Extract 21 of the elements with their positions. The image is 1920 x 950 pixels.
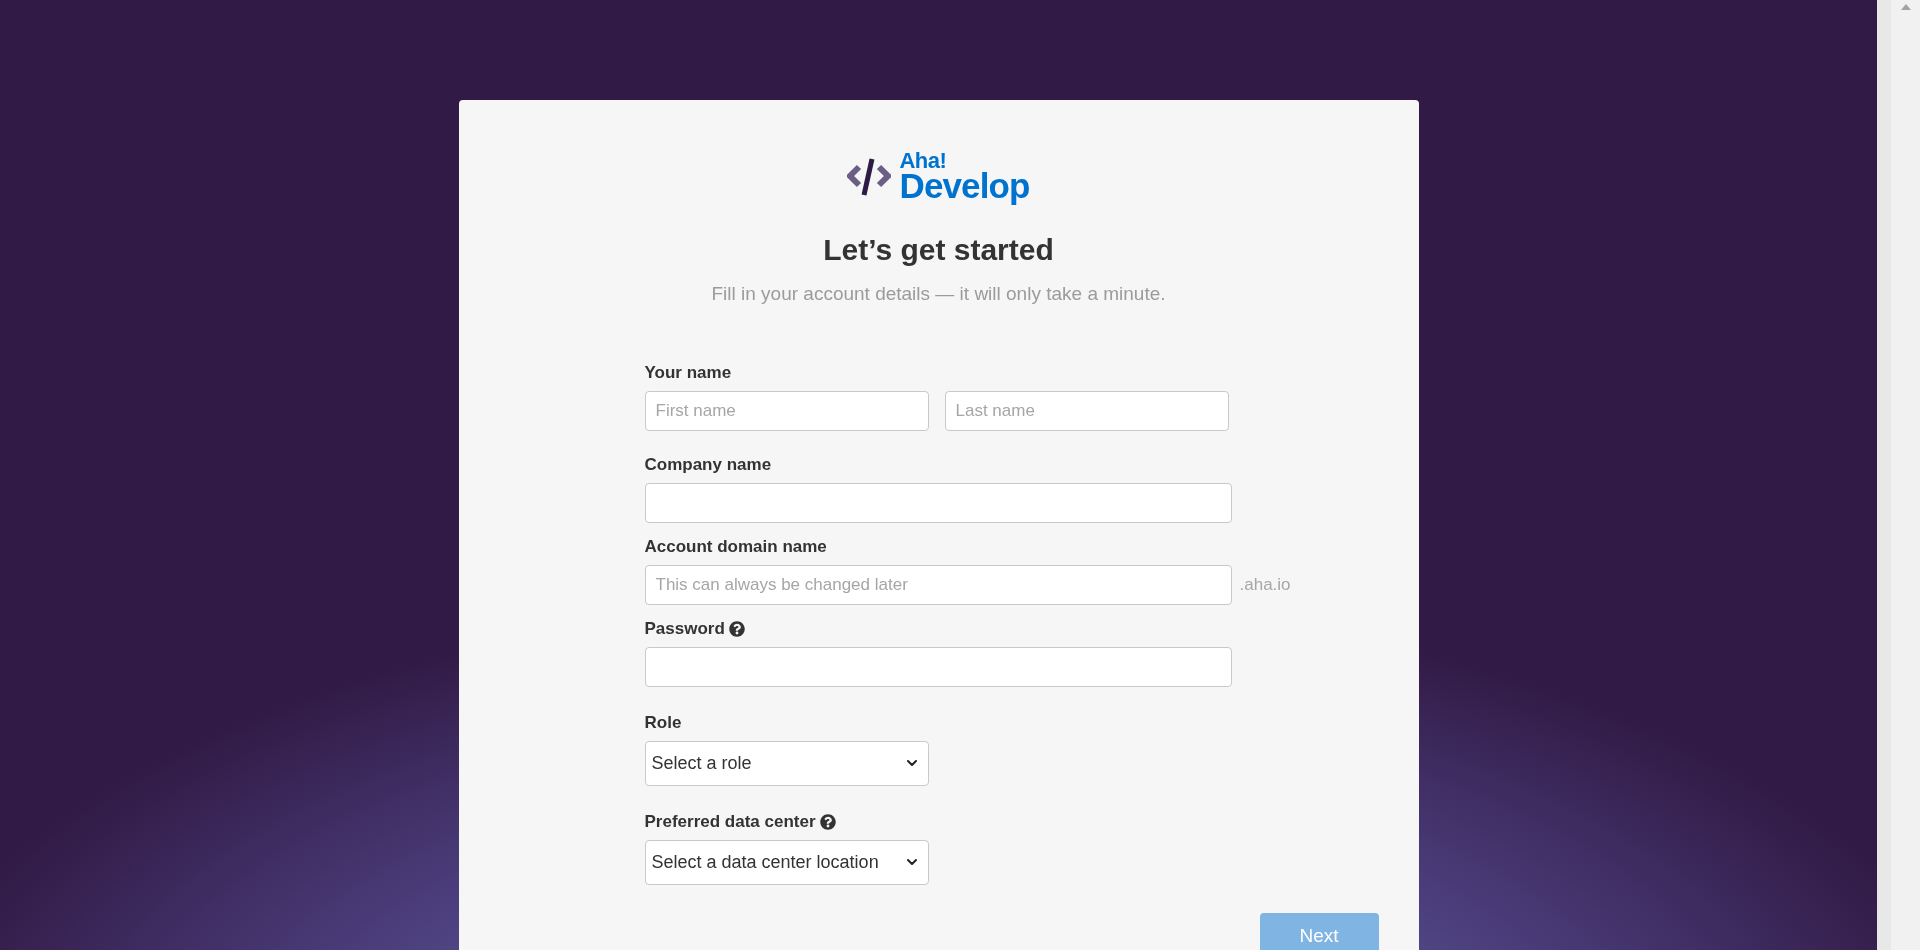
scroll-up-icon[interactable] — [1900, 4, 1911, 10]
text-input[interactable] — [644, 482, 1232, 523]
page-heading: Let’s get started — [822, 232, 1055, 268]
text-input[interactable]: First name — [644, 390, 929, 431]
field-label: Password — [644, 617, 725, 640]
select-dropdown[interactable]: Select a role — [644, 740, 929, 786]
help-icon[interactable] — [728, 620, 745, 637]
text-input[interactable]: Last name — [944, 390, 1229, 431]
field-label: Your name — [644, 361, 732, 384]
text-input[interactable]: This can always be changed later — [644, 564, 1232, 605]
code-brackets-logo-icon — [847, 156, 892, 197]
help-icon[interactable] — [819, 813, 836, 830]
page-subtitle: Fill in your account details — it will only take a minute. — [710, 282, 1167, 306]
field-label: Role — [644, 711, 682, 734]
select-dropdown[interactable]: Select a data center location — [644, 839, 929, 885]
domain-suffix: .aha.io — [1239, 573, 1291, 596]
field-label: Account domain name — [644, 535, 827, 558]
field-label: Company name — [644, 453, 772, 476]
field-label: Preferred data center — [644, 810, 816, 833]
scrollbar[interactable] — [1877, 0, 1920, 950]
password-input[interactable] — [644, 646, 1232, 687]
